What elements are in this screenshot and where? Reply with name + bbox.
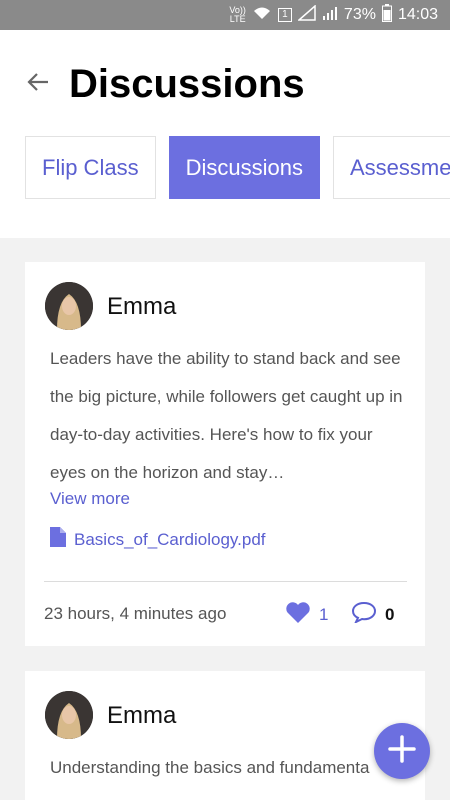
lte-label: LTE [229,14,246,24]
post-card: Emma Leaders have the ability to stand b… [25,262,425,646]
avatar[interactable] [45,282,93,330]
attachment-filename: Basics_of_Cardiology.pdf [74,529,266,549]
view-more-link[interactable]: View more [50,489,130,509]
heart-icon [285,601,311,629]
avatar[interactable] [45,691,93,739]
post-timestamp: 23 hours, 4 minutes ago [44,604,227,623]
comment-count: 0 [385,604,395,624]
divider [44,581,407,582]
tab-assessment[interactable]: Assessme [332,136,450,199]
tab-flip-class[interactable]: Flip Class [25,136,156,199]
like-count: 1 [319,605,329,624]
file-icon [50,527,66,552]
plus-icon [388,734,416,768]
author-name[interactable]: Emma [107,702,176,730]
signal-bars-icon [322,5,338,26]
sim-slot-icon: 1 [277,8,292,22]
wifi-icon [252,5,272,26]
back-button[interactable] [24,70,52,98]
battery-icon [381,3,392,27]
post-card: Emma Understanding the basics and fundam… [25,671,425,800]
comment-button[interactable]: 0 [351,601,394,628]
header: Discussions Flip Class Discussions Asses… [0,30,450,238]
clock: 14:03 [397,6,438,23]
add-post-button[interactable] [374,723,430,779]
post-text: Understanding the basics and fundamenta [50,758,370,777]
tab-bar: Flip Class Discussions Assessme [25,136,450,199]
page-title: Discussions [69,62,305,106]
post-text: Leaders have the ability to stand back a… [50,349,403,482]
tab-discussions[interactable]: Discussions [168,136,320,199]
attachment-link[interactable]: Basics_of_Cardiology.pdf [50,527,266,552]
status-bar: Vo)) LTE 1 73% 14:03 [0,0,450,30]
signal-icon [296,3,316,26]
author-name[interactable]: Emma [107,293,176,321]
arrow-left-icon [26,72,50,97]
battery-percent: 73% [343,6,376,23]
volte-indicator: Vo)) LTE [229,6,246,24]
like-button[interactable]: 1 [285,601,328,629]
speech-bubble-icon [351,601,377,628]
